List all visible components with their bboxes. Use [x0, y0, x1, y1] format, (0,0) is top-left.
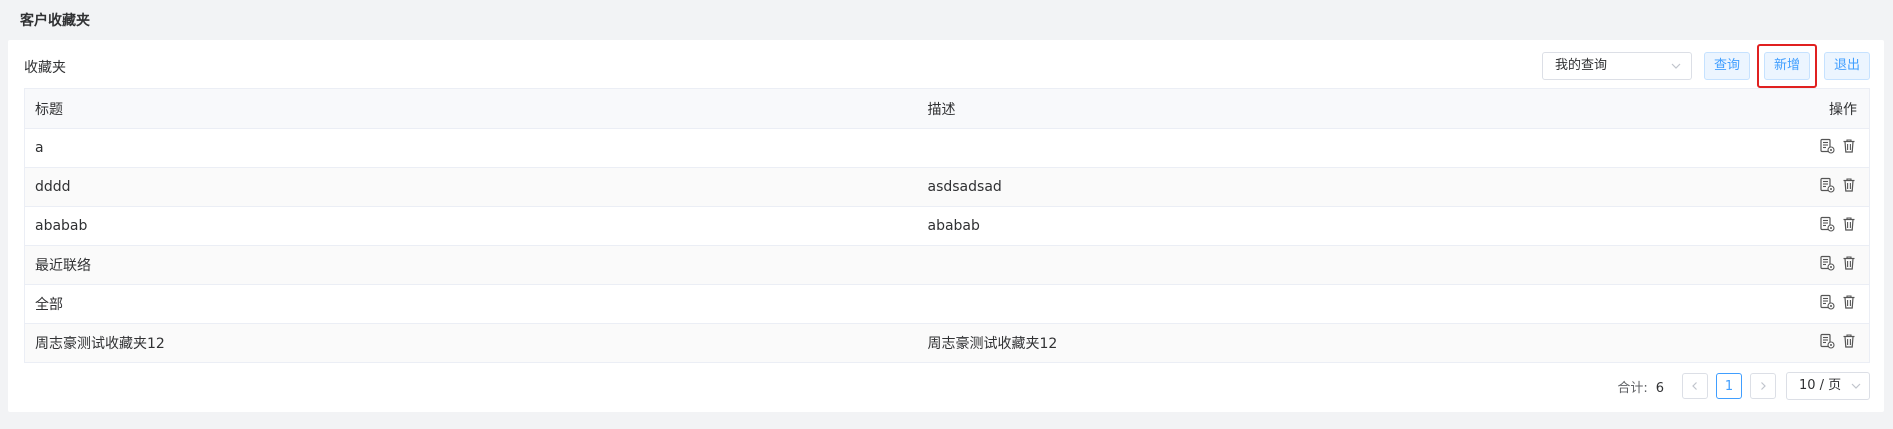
add-button[interactable]: 新增	[1764, 52, 1810, 80]
row-actions	[1819, 255, 1857, 271]
trash-icon[interactable]	[1841, 216, 1857, 232]
cell-ops	[1737, 323, 1870, 363]
row-actions	[1819, 177, 1857, 193]
total-label: 合计:	[1617, 380, 1648, 396]
cell-desc: ababab	[917, 206, 1738, 246]
chevron-left-icon	[1692, 382, 1697, 390]
edit-doc-icon[interactable]	[1819, 216, 1835, 232]
cell-title: 周志豪测试收藏夹12	[24, 323, 918, 363]
row-actions	[1819, 294, 1857, 310]
cell-desc	[917, 245, 1738, 285]
edit-doc-icon[interactable]	[1819, 333, 1835, 349]
prev-page-button[interactable]	[1682, 373, 1708, 399]
cell-desc	[917, 284, 1738, 324]
row-actions	[1819, 216, 1857, 232]
pagination: 合计: 6 1 10 / 页	[1617, 372, 1870, 400]
trash-icon[interactable]	[1841, 333, 1857, 349]
header-title: 标题	[24, 88, 918, 129]
query-button[interactable]: 查询	[1704, 52, 1750, 80]
chevron-down-icon	[1851, 383, 1861, 389]
cell-title: 最近联络	[24, 245, 918, 285]
cell-ops	[1737, 284, 1870, 324]
edit-doc-icon[interactable]	[1819, 255, 1835, 271]
cell-desc: 周志豪测试收藏夹12	[917, 323, 1738, 363]
favorites-table: 标题 描述 操作 a dddd asdsadsad ababab ababab 最近联络全…	[24, 88, 1870, 363]
table-row[interactable]: a	[24, 128, 1870, 168]
page-number-button[interactable]: 1	[1716, 373, 1742, 399]
cell-ops	[1737, 167, 1870, 207]
query-select[interactable]: 我的查询	[1542, 52, 1692, 80]
page-size-select[interactable]: 10 / 页	[1786, 372, 1870, 400]
table-row[interactable]: 全部	[24, 284, 1870, 324]
cell-title: 全部	[24, 284, 918, 324]
cell-ops	[1737, 206, 1870, 246]
exit-button[interactable]: 退出	[1824, 52, 1870, 80]
edit-doc-icon[interactable]	[1819, 294, 1835, 310]
section-label: 收藏夹	[24, 60, 66, 76]
table-row[interactable]: dddd asdsadsad	[24, 167, 1870, 207]
cell-desc	[917, 128, 1738, 168]
chevron-right-icon	[1761, 382, 1766, 390]
table-header-row: 标题 描述 操作	[24, 88, 1870, 129]
cell-ops	[1737, 245, 1870, 285]
trash-icon[interactable]	[1841, 138, 1857, 154]
table-row[interactable]: ababab ababab	[24, 206, 1870, 246]
trash-icon[interactable]	[1841, 255, 1857, 271]
cell-title: ababab	[24, 206, 918, 246]
cell-title: dddd	[24, 167, 918, 207]
chevron-down-icon	[1671, 63, 1681, 69]
edit-doc-icon[interactable]	[1819, 138, 1835, 154]
row-actions	[1819, 138, 1857, 154]
cell-ops	[1737, 128, 1870, 168]
table-row[interactable]: 最近联络	[24, 245, 1870, 285]
page-size-value: 10 / 页	[1799, 378, 1842, 393]
table-row[interactable]: 周志豪测试收藏夹12 周志豪测试收藏夹12	[24, 323, 1870, 363]
page-title: 客户收藏夹	[20, 13, 90, 29]
trash-icon[interactable]	[1841, 177, 1857, 193]
favorites-card: 收藏夹 我的查询 查询 新增 退出 标题 描述 操作 a dddd asdsadsa…	[8, 40, 1884, 412]
trash-icon[interactable]	[1841, 294, 1857, 310]
query-select-value: 我的查询	[1555, 58, 1608, 73]
header-ops: 操作	[1737, 88, 1870, 129]
header-desc: 描述	[917, 88, 1738, 129]
pagination-total: 合计: 6	[1617, 377, 1664, 396]
cell-title: a	[24, 128, 918, 168]
row-actions	[1819, 333, 1857, 349]
total-count: 6	[1655, 380, 1664, 396]
next-page-button[interactable]	[1750, 373, 1776, 399]
edit-doc-icon[interactable]	[1819, 177, 1835, 193]
cell-desc: asdsadsad	[917, 167, 1738, 207]
